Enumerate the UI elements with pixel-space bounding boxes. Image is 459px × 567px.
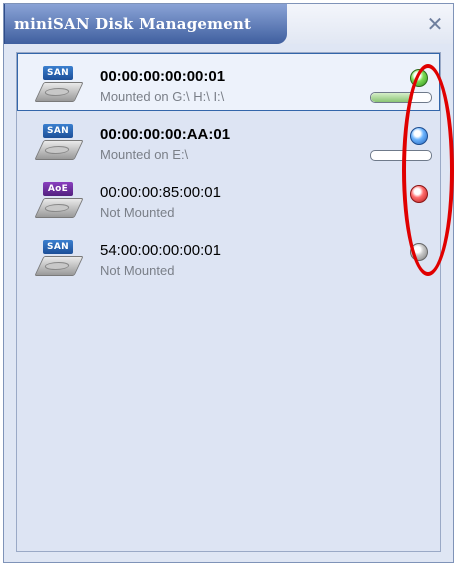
disk-id-label: 00:00:00:00:00:01 bbox=[100, 68, 226, 85]
disk-status-label: Not Mounted bbox=[100, 263, 175, 278]
disk-icon: SAN bbox=[34, 66, 84, 106]
status-led-icon bbox=[410, 69, 428, 87]
disk-list-item-content: AoE 00:00:00:85:00:01 Not Mounted bbox=[18, 170, 440, 228]
disk-type-badge: SAN bbox=[43, 66, 73, 80]
disk-type-badge: SAN bbox=[43, 124, 73, 138]
disk-id-label: 54:00:00:00:00:01 bbox=[100, 242, 221, 259]
disk-status-label: Mounted on E:\ bbox=[100, 147, 189, 162]
disk-list-item[interactable]: SAN 00:00:00:00:00:01 Mounted on G:\ H:\ I… bbox=[17, 53, 440, 111]
usage-progress-bar bbox=[370, 92, 432, 103]
usage-progress-fill bbox=[371, 93, 413, 102]
disk-list-item[interactable]: SAN 00:00:00:00:AA:01 Mounted on E:\ bbox=[17, 111, 440, 169]
disk-list-item-content: SAN 00:00:00:00:00:01 Mounted on G:\ H:\ I… bbox=[18, 54, 439, 110]
hard-drive-icon bbox=[34, 198, 84, 218]
status-led-icon bbox=[410, 243, 428, 261]
hard-drive-icon bbox=[34, 256, 84, 276]
hard-drive-icon bbox=[34, 82, 84, 102]
disk-type-badge: SAN bbox=[43, 240, 73, 254]
disk-list-item[interactable]: SAN 54:00:00:00:00:01 Not Mounted bbox=[17, 227, 440, 285]
status-led-icon bbox=[410, 127, 428, 145]
status-led-icon bbox=[410, 185, 428, 203]
title-bar: miniSAN Disk Management ✕ bbox=[4, 4, 453, 44]
disk-icon: AoE bbox=[34, 182, 84, 222]
usage-progress-bar bbox=[370, 150, 432, 161]
disk-icon: SAN bbox=[34, 240, 84, 280]
disk-icon: SAN bbox=[34, 124, 84, 164]
disk-list-item[interactable]: AoE 00:00:00:85:00:01 Not Mounted bbox=[17, 169, 440, 227]
disk-list: SAN 00:00:00:00:00:01 Mounted on G:\ H:\ I… bbox=[17, 53, 440, 285]
disk-list-item-content: SAN 54:00:00:00:00:01 Not Mounted bbox=[18, 228, 440, 286]
disk-list-panel: SAN 00:00:00:00:00:01 Mounted on G:\ H:\ I… bbox=[16, 52, 441, 552]
window-title: miniSAN Disk Management bbox=[14, 15, 252, 33]
disk-status-label: Mounted on G:\ H:\ I:\ bbox=[100, 89, 225, 104]
disk-id-label: 00:00:00:00:AA:01 bbox=[100, 126, 231, 143]
disk-type-badge: AoE bbox=[43, 182, 73, 196]
disk-id-label: 00:00:00:85:00:01 bbox=[100, 184, 221, 201]
disk-list-item-content: SAN 00:00:00:00:AA:01 Mounted on E:\ bbox=[18, 112, 440, 170]
close-icon[interactable]: ✕ bbox=[425, 14, 445, 36]
disk-management-window: miniSAN Disk Management ✕ SAN 00:00:00:00… bbox=[3, 3, 454, 563]
hard-drive-icon bbox=[34, 140, 84, 160]
disk-status-label: Not Mounted bbox=[100, 205, 175, 220]
title-tab: miniSAN Disk Management bbox=[4, 4, 287, 44]
